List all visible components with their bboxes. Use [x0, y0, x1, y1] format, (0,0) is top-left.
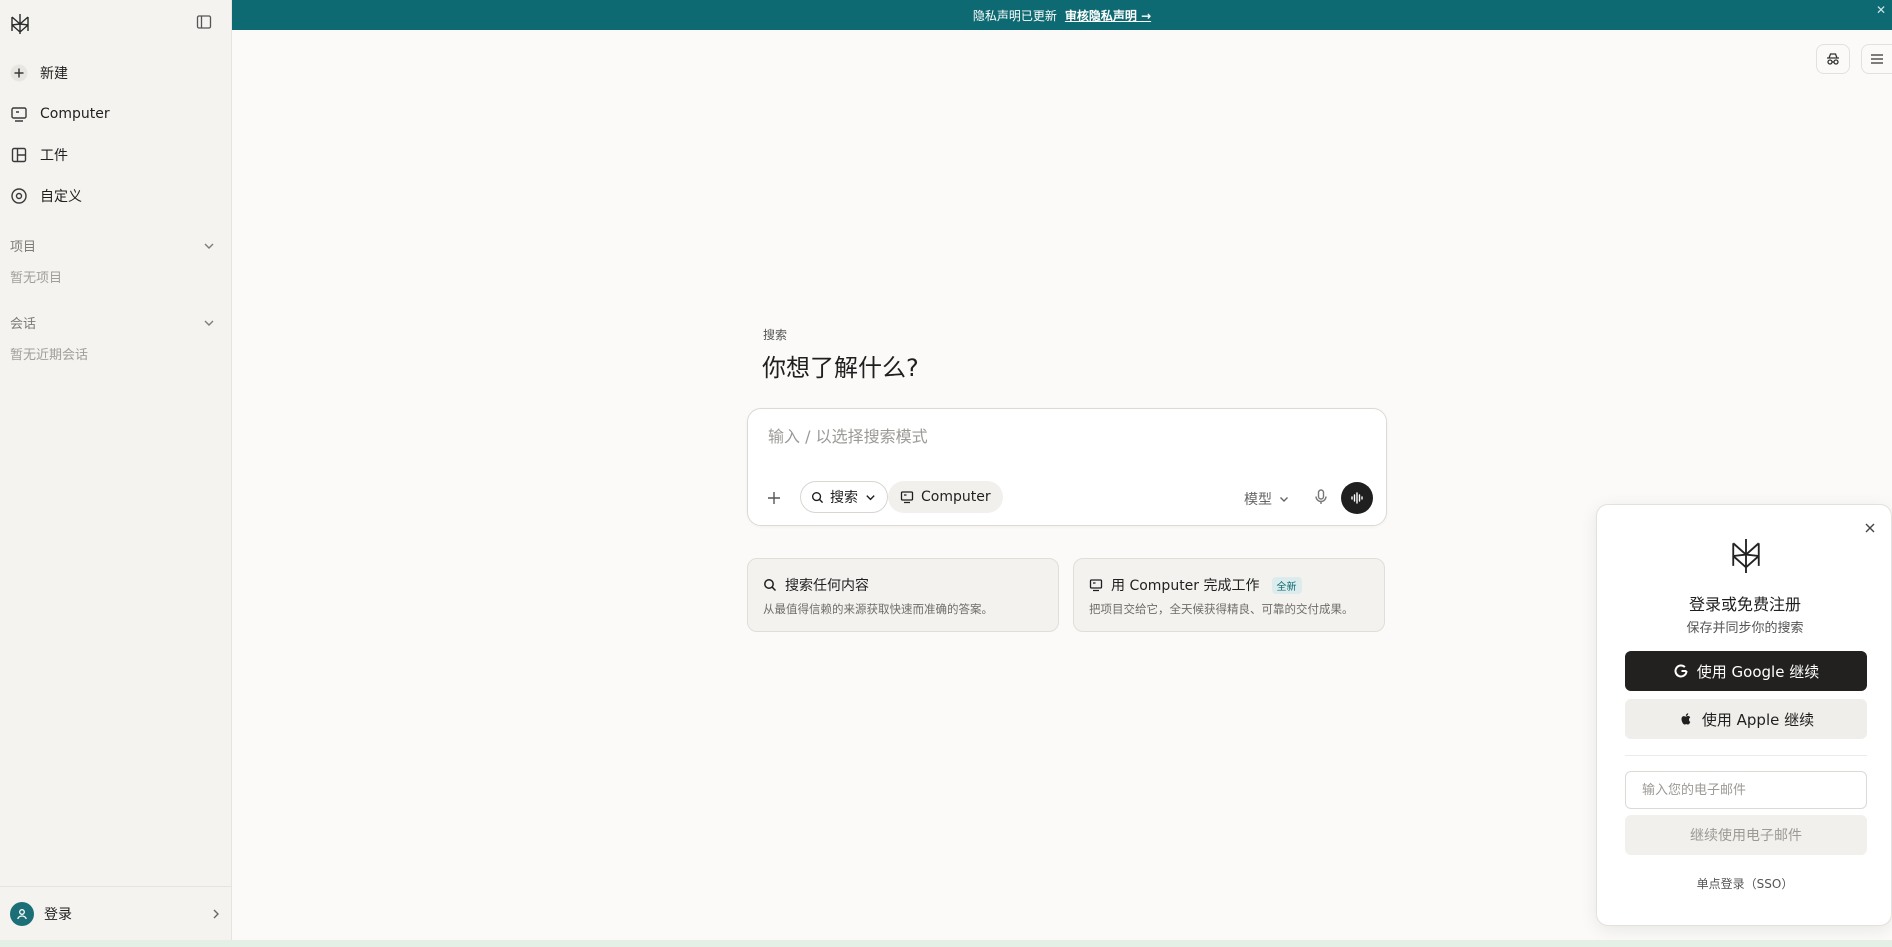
sso-link[interactable]: 单点登录（SSO） [1597, 875, 1892, 892]
search-anything-card[interactable]: 搜索任何内容 从最值得信赖的来源获取快速而准确的答案。 [747, 558, 1059, 632]
google-icon [1674, 664, 1688, 678]
computer-work-card[interactable]: 用 Computer 完成工作 全新 把项目交给它，全天候获得精良、可靠的交付成… [1073, 558, 1385, 632]
model-label: 模型 [1244, 492, 1272, 508]
apple-icon [1681, 713, 1691, 725]
projects-empty-text: 暂无项目 [10, 271, 63, 286]
signin-label: 登录 [44, 906, 72, 923]
chevron-down-icon [866, 494, 875, 500]
banner-text: 隐私声明已更新 [972, 8, 1057, 23]
card-title: 用 Computer 完成工作 [1111, 578, 1260, 594]
model-selector[interactable]: 模型 [1244, 489, 1290, 509]
chevron-down-icon [204, 243, 214, 249]
login-title: 登录或免费注册 [1688, 595, 1801, 614]
sessions-title: 会话 [10, 317, 37, 332]
computer-mode-button[interactable]: Computer [888, 481, 1003, 513]
menu-button[interactable] [1861, 44, 1892, 74]
computer-icon [900, 491, 914, 504]
chevron-right-icon [213, 909, 219, 918]
sidebar-item-new[interactable]: 新建 [10, 58, 220, 88]
sessions-empty-text: 暂无近期会话 [10, 348, 89, 363]
computer-icon [11, 107, 27, 122]
sidebar-item-computer[interactable]: Computer [10, 99, 220, 129]
user-icon [17, 908, 27, 919]
email-continue-button[interactable]: 继续使用电子邮件 [1625, 815, 1867, 855]
sidebar-item-customize[interactable]: 自定义 [10, 181, 220, 211]
search-composer: 搜索 Computer 模型 [747, 408, 1387, 526]
mode-kicker: 搜索 [763, 328, 788, 342]
chevron-down-icon [204, 320, 214, 326]
artifact-icon [11, 147, 27, 163]
microphone-icon[interactable] [1311, 487, 1331, 507]
sidebar-item-label: 新建 [40, 66, 68, 82]
projects-section-header[interactable]: 项目 [10, 236, 216, 255]
sidebar-item-artifacts[interactable]: 工件 [10, 140, 220, 170]
sidebar-item-label: 工件 [40, 148, 68, 164]
new-badge: 全新 [1271, 576, 1302, 594]
privacy-banner: 隐私声明已更新 审核隐私声明 → ✕ [232, 0, 1892, 30]
apple-login-button[interactable]: 使用 Apple 继续 [1625, 699, 1867, 739]
avatar [10, 901, 34, 926]
close-icon[interactable]: ✕ [1876, 3, 1886, 17]
search-mode-dropdown[interactable]: 搜索 [800, 481, 888, 513]
customize-icon [11, 188, 27, 204]
plus-icon [10, 64, 28, 82]
sidebar-toggle-icon[interactable] [196, 14, 212, 30]
signin-button[interactable]: 登录 [0, 886, 232, 940]
sessions-section-header[interactable]: 会话 [10, 313, 216, 332]
menu-icon [1871, 54, 1883, 64]
perplexity-logo-icon [1732, 539, 1760, 573]
google-login-label: 使用 Google 继续 [1696, 662, 1820, 681]
incognito-icon [1827, 53, 1839, 65]
close-icon[interactable] [1863, 521, 1877, 535]
login-subtitle: 保存并同步你的搜索 [1686, 621, 1804, 636]
page-title: 你想了解什么? [762, 354, 919, 382]
search-icon [811, 491, 824, 503]
sidebar: 新建 Computer 工件 自定义 项目 暂无项目 会话 暂无近期会话 登录 [0, 0, 232, 940]
search-mode-label: 搜索 [830, 490, 858, 506]
sidebar-item-label: 自定义 [40, 189, 82, 205]
voice-mode-button[interactable] [1341, 482, 1373, 514]
incognito-button[interactable] [1816, 44, 1850, 74]
chevron-down-icon [1280, 497, 1288, 502]
divider [1625, 755, 1867, 756]
plus-icon[interactable] [764, 488, 784, 508]
sidebar-item-label: Computer [40, 106, 110, 122]
bottom-strip [0, 940, 1892, 947]
card-title: 搜索任何内容 [785, 578, 869, 594]
apple-login-label: 使用 Apple 继续 [1701, 710, 1815, 729]
email-field[interactable] [1625, 771, 1867, 809]
review-privacy-link[interactable]: 审核隐私声明 → [1065, 7, 1151, 24]
computer-icon [1089, 579, 1103, 592]
google-login-button[interactable]: 使用 Google 继续 [1625, 651, 1867, 691]
search-input[interactable] [768, 427, 1328, 446]
waveform-icon [1351, 492, 1363, 504]
login-popover: 登录或免费注册 保存并同步你的搜索 使用 Google 继续 使用 Apple … [1596, 504, 1892, 926]
card-description: 把项目交给它，全天候获得精良、可靠的交付成果。 [1089, 602, 1354, 616]
perplexity-logo-icon[interactable] [8, 12, 32, 36]
computer-mode-label: Computer [921, 489, 991, 505]
projects-title: 项目 [10, 240, 37, 255]
card-description: 从最值得信赖的来源获取快速而准确的答案。 [763, 602, 993, 616]
search-icon [764, 579, 777, 592]
